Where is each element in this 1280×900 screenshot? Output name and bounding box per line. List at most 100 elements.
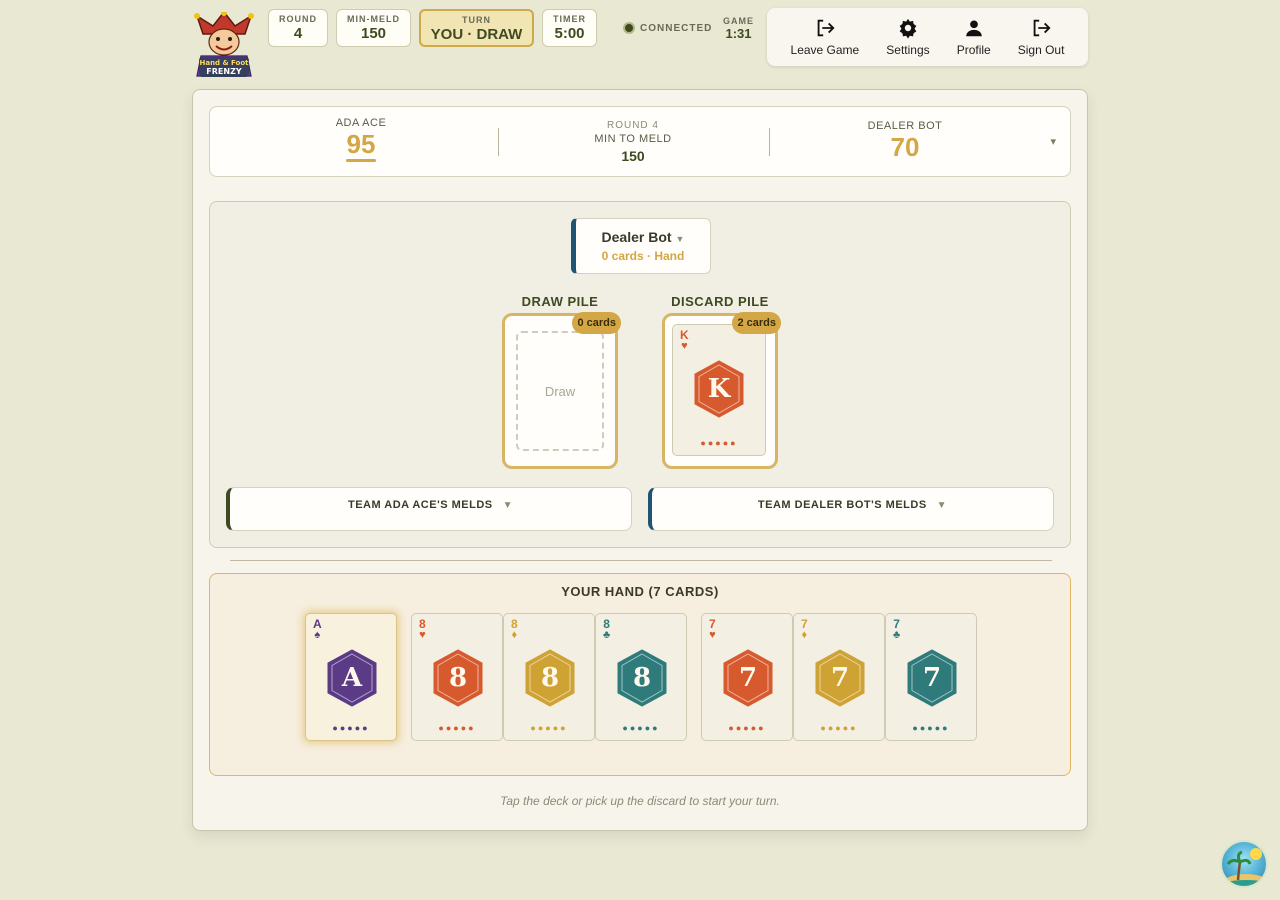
player-hand: YOUR HAND (7 CARDS) A ♠ A ●●●●● 8 ♥ 8 ●●●●● 8 ♦ 8 ●… bbox=[209, 573, 1071, 776]
card-corner: 8 ♣ bbox=[603, 618, 611, 641]
table-area: Dealer Bot ▼ 0 cards · Hand DRAW PILE Dra… bbox=[209, 201, 1071, 548]
settings-button[interactable]: Settings bbox=[886, 17, 930, 57]
scoreboard[interactable]: ADA ACE 95 ROUND 4 MIN TO MELD 150 DEALE… bbox=[209, 106, 1071, 177]
island-theme-button[interactable] bbox=[1220, 840, 1268, 888]
round-info-round: ROUND 4 bbox=[606, 120, 659, 131]
card-suit-icon: ♦ bbox=[801, 629, 808, 641]
draw-pile[interactable]: Draw 0 cards bbox=[502, 312, 621, 469]
card-dots: ●●●●● bbox=[332, 723, 370, 733]
card-center-rank: 8 bbox=[541, 663, 559, 693]
turn-label: TURN bbox=[462, 15, 491, 25]
min-meld-stat: MIN-MELD 150 bbox=[336, 9, 411, 47]
opponent-selector-status: 0 cards · Hand bbox=[601, 249, 685, 263]
card-suit-icon: ♦ bbox=[511, 629, 518, 641]
hand-card[interactable]: A ♠ A ●●●●● bbox=[305, 613, 397, 741]
card-center-rank: 7 bbox=[923, 663, 941, 693]
opponent-points: 70 bbox=[890, 132, 920, 162]
chevron-down-icon[interactable]: ▾ bbox=[1050, 135, 1056, 148]
score-divider bbox=[498, 128, 499, 156]
card-hex-emblem: 8 bbox=[433, 649, 483, 707]
card-corner: K ♥ bbox=[680, 329, 689, 352]
logout-icon bbox=[1033, 19, 1051, 37]
player-score: ADA ACE 95 bbox=[300, 117, 422, 162]
min-meld-value: 150 bbox=[360, 25, 387, 42]
discard-top-card[interactable]: K ♥ K ●●●●● bbox=[672, 324, 766, 456]
round-value: 4 bbox=[293, 25, 303, 42]
active-player-underline bbox=[346, 159, 376, 162]
sign-out-label: Sign Out bbox=[1017, 43, 1065, 57]
card-corner: 7 ♥ bbox=[709, 618, 716, 641]
min-meld-label: MIN-MELD bbox=[347, 14, 400, 24]
leave-game-button[interactable]: Leave Game bbox=[791, 17, 859, 57]
game-panel: ADA ACE 95 ROUND 4 MIN TO MELD 150 DEALE… bbox=[192, 89, 1088, 831]
opponent-selector[interactable]: Dealer Bot ▼ 0 cards · Hand bbox=[571, 218, 711, 274]
draw-slot[interactable]: Draw bbox=[516, 331, 604, 451]
game-clock-label: GAME bbox=[723, 16, 754, 26]
card-suit-icon: ♣ bbox=[893, 629, 901, 641]
hand-card[interactable]: 8 ♥ 8 ●●●●● bbox=[411, 613, 503, 741]
card-dots: ●●●●● bbox=[438, 723, 476, 733]
card-suit-icon: ♥ bbox=[419, 629, 426, 641]
discard-pile-count: 2 cards bbox=[732, 312, 781, 334]
chevron-down-icon: ▼ bbox=[675, 234, 685, 244]
hand-card[interactable]: 7 ♥ 7 ●●●●● bbox=[701, 613, 793, 741]
profile-label: Profile bbox=[956, 43, 991, 57]
card-hex-emblem: 7 bbox=[723, 649, 773, 707]
draw-pile-title: DRAW PILE bbox=[521, 294, 599, 309]
draw-pile-count: 0 cards bbox=[572, 312, 621, 334]
opponent-selector-name: Dealer Bot bbox=[601, 229, 672, 245]
divider bbox=[230, 560, 1052, 561]
game-clock-value: 1:31 bbox=[725, 26, 752, 41]
team-b-melds[interactable]: TEAM DEALER BOT'S MELDS ▼ bbox=[648, 487, 1054, 531]
card-hex-emblem: 7 bbox=[815, 649, 865, 707]
svg-text:Hand & Foot: Hand & Foot bbox=[199, 59, 249, 67]
team-b-melds-label: TEAM DEALER BOT'S MELDS bbox=[757, 499, 927, 511]
draw-slot-label: Draw bbox=[544, 383, 576, 399]
settings-label: Settings bbox=[886, 43, 930, 57]
turn-stat: TURN YOU · DRAW bbox=[419, 9, 534, 47]
connection-label: CONNECTED bbox=[640, 22, 713, 34]
hand-card[interactable]: 8 ♣ 8 ●●●●● bbox=[595, 613, 687, 741]
card-suit-icon: ♥ bbox=[681, 340, 688, 352]
card-center-rank: 7 bbox=[831, 663, 849, 693]
card-dots: ●●●●● bbox=[912, 723, 950, 733]
card-dots: ●●●●● bbox=[728, 723, 766, 733]
turn-value: YOU · DRAW bbox=[430, 26, 523, 43]
hand-card[interactable]: 7 ♦ 7 ●●●●● bbox=[793, 613, 885, 741]
card-corner: 8 ♦ bbox=[511, 618, 518, 641]
discard-pile[interactable]: K ♥ K ●●●●● 2 cards bbox=[662, 312, 781, 469]
round-info: ROUND 4 MIN TO MELD 150 bbox=[530, 120, 736, 164]
hand-card[interactable]: 7 ♣ 7 ●●●●● bbox=[885, 613, 977, 741]
team-a-melds-label: TEAM ADA ACE'S MELDS bbox=[347, 499, 493, 511]
card-center-rank: A bbox=[341, 663, 363, 693]
connection-status: CONNECTED bbox=[623, 22, 712, 34]
timer-value: 5:00 bbox=[554, 25, 585, 42]
card-corner: 7 ♦ bbox=[801, 618, 808, 641]
card-suit-icon: ♣ bbox=[603, 629, 611, 641]
card-suit-icon: ♥ bbox=[709, 629, 716, 641]
card-suit-icon: ♠ bbox=[314, 629, 321, 641]
sign-out-button[interactable]: Sign Out bbox=[1017, 17, 1065, 57]
card-hex-emblem: 8 bbox=[617, 649, 667, 707]
card-center-rank: 7 bbox=[739, 663, 757, 693]
timer-stat: TIMER 5:00 bbox=[542, 9, 597, 47]
opponent-score: DEALER BOT 70 bbox=[844, 120, 966, 162]
hand-card[interactable]: 8 ♦ 8 ●●●●● bbox=[503, 613, 595, 741]
game-logo: Hand & Foot FRENZY bbox=[193, 10, 255, 78]
timer-label: TIMER bbox=[553, 14, 586, 24]
team-a-melds[interactable]: TEAM ADA ACE'S MELDS ▼ bbox=[226, 487, 632, 531]
card-dots: ●●●●● bbox=[820, 723, 858, 733]
opponent-name: DEALER BOT bbox=[867, 120, 943, 132]
island-icon bbox=[1222, 848, 1266, 886]
card-dots: ●●●●● bbox=[700, 438, 738, 448]
card-hex-emblem: 8 bbox=[525, 649, 575, 707]
card-center-rank: K bbox=[708, 374, 732, 404]
jester-logo-icon: Hand & Foot FRENZY bbox=[194, 10, 254, 77]
card-dots: ●●●●● bbox=[622, 723, 660, 733]
score-divider bbox=[769, 128, 770, 156]
card-hex-emblem: A bbox=[327, 649, 377, 707]
profile-button[interactable]: Profile bbox=[957, 17, 991, 57]
player-name: ADA ACE bbox=[335, 117, 387, 129]
player-points: 95 bbox=[346, 129, 376, 159]
round-label: ROUND bbox=[279, 14, 317, 24]
